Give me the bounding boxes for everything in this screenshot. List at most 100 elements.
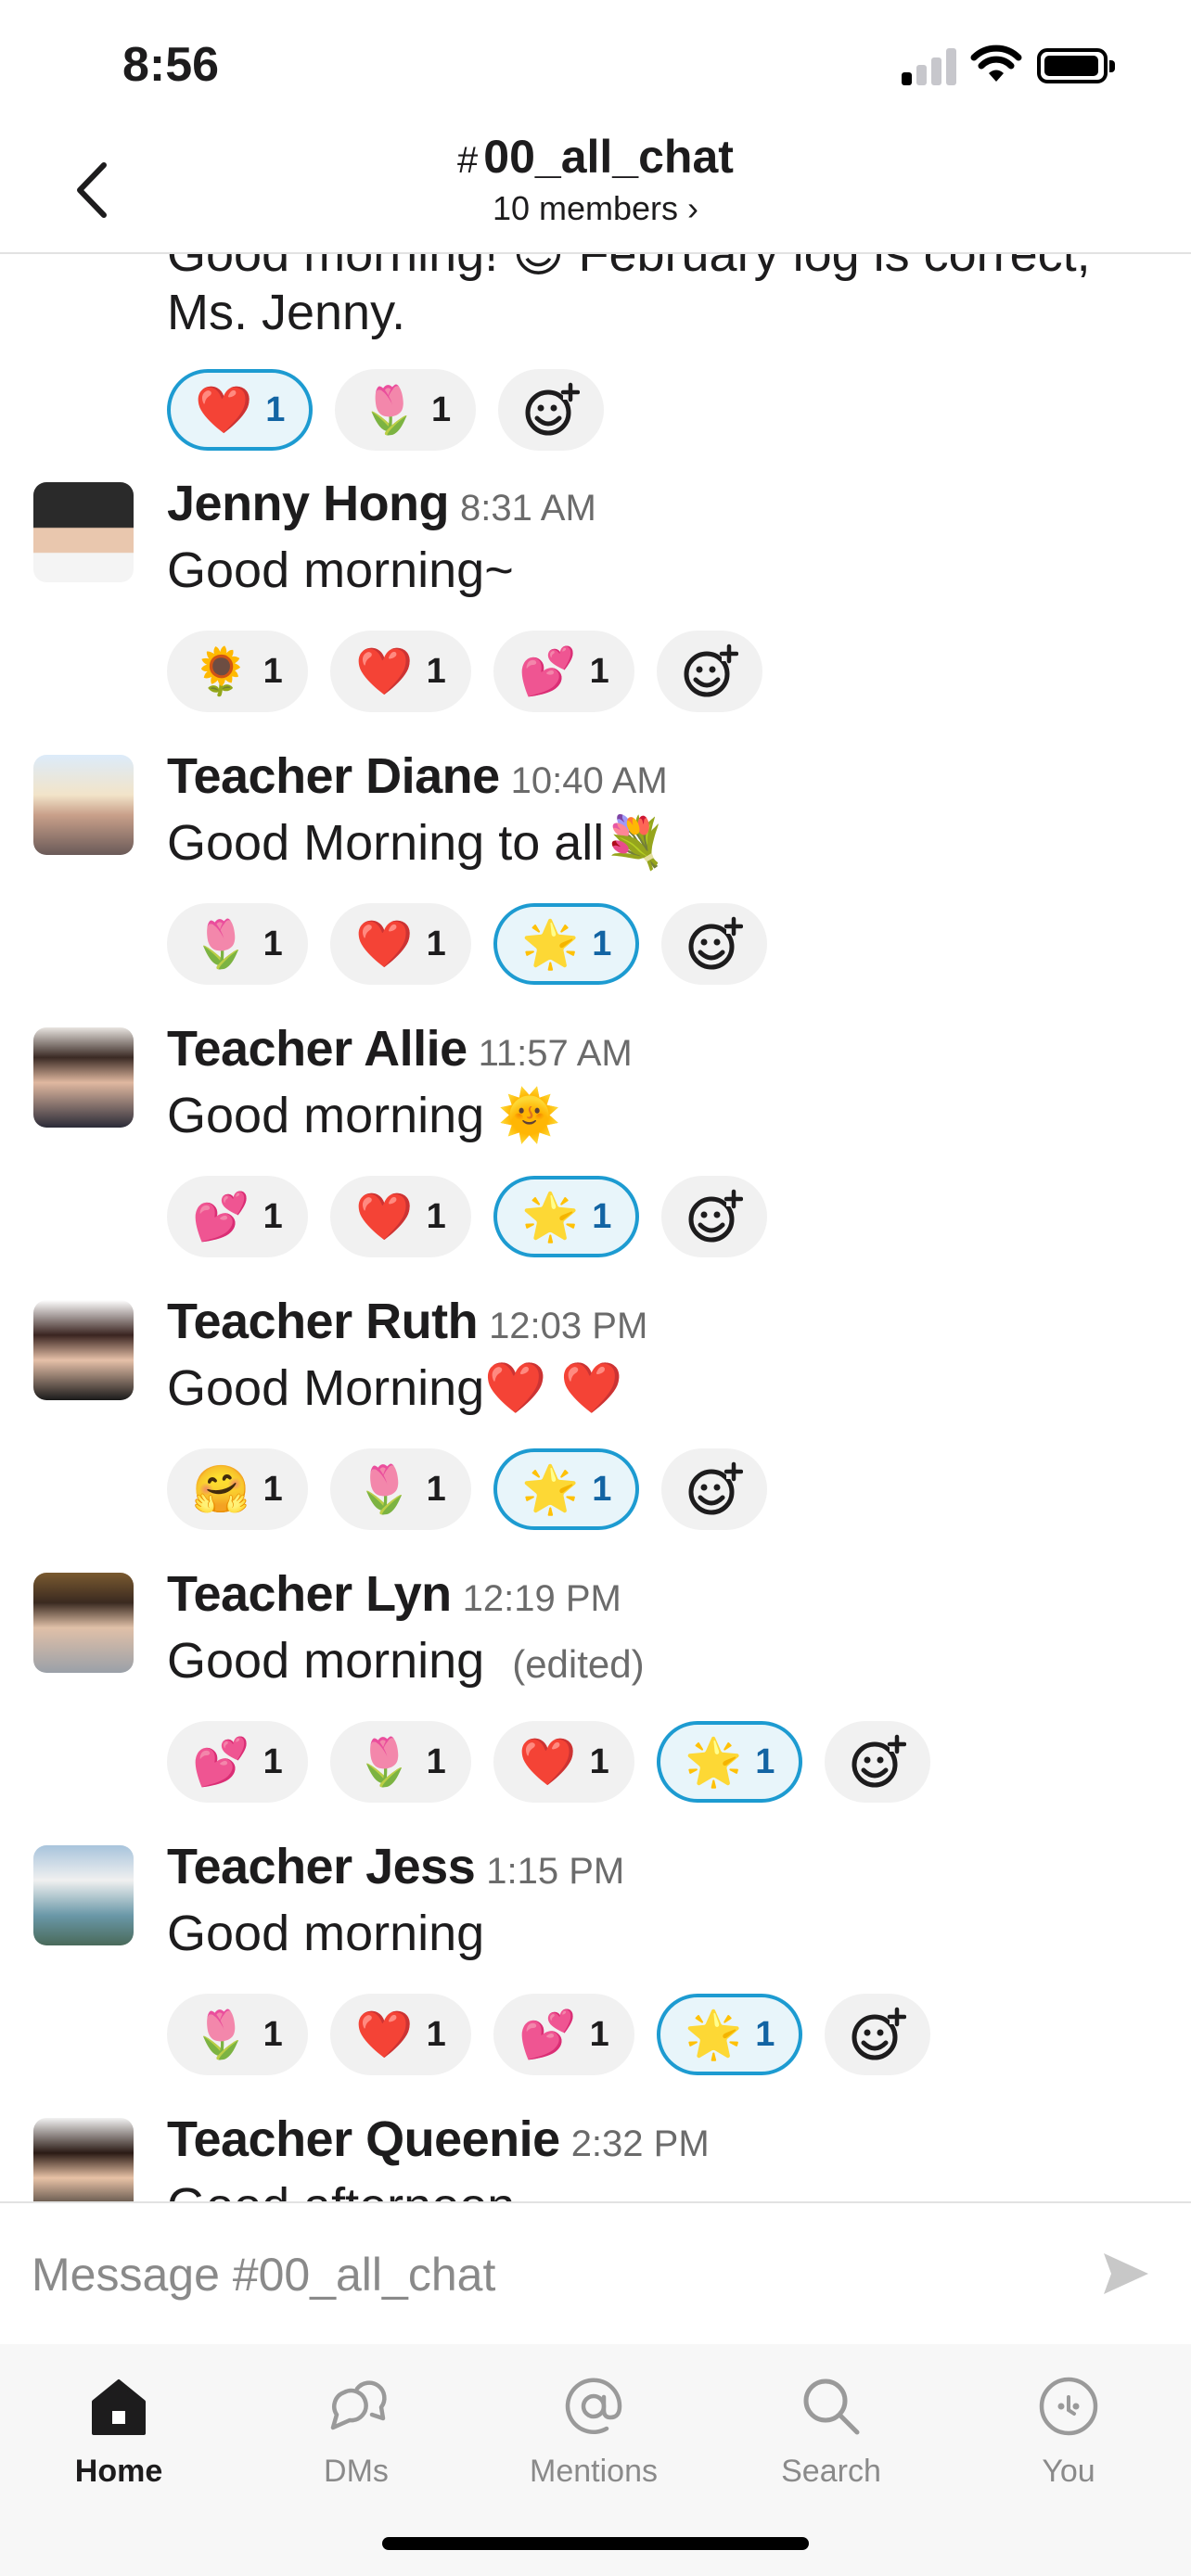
sender-name[interactable]: Jenny Hong bbox=[167, 476, 450, 531]
heart-emoji-icon: ❤️ bbox=[355, 645, 414, 697]
message-text-row: Good Morning❤️ ❤️ bbox=[167, 1359, 623, 1418]
reaction-count: 1 bbox=[263, 1741, 283, 1781]
reaction-pill[interactable]: 🌟 1 bbox=[493, 1448, 640, 1530]
reaction-pill[interactable]: 🌷 1 bbox=[330, 1448, 471, 1530]
add-reaction-button[interactable] bbox=[661, 1448, 768, 1530]
avatar[interactable] bbox=[33, 1027, 134, 1128]
glowing-star-emoji-icon: 🌟 bbox=[685, 2009, 743, 2060]
members-link[interactable]: 10 members › bbox=[0, 189, 1191, 228]
reaction-count: 1 bbox=[426, 924, 446, 963]
reaction-pill[interactable]: ❤️ 1 bbox=[330, 903, 471, 985]
reaction-count: 1 bbox=[263, 1196, 283, 1236]
reaction-pill[interactable]: 💕 1 bbox=[167, 1176, 308, 1257]
reaction-pill[interactable]: 💕 1 bbox=[167, 1721, 308, 1803]
reaction-pill[interactable]: 🌷 1 bbox=[335, 369, 477, 451]
tulip-emoji-icon: 🌷 bbox=[192, 918, 250, 970]
reaction-count: 1 bbox=[755, 2014, 775, 2054]
message-text: Good morning bbox=[167, 1906, 485, 1961]
sender-name[interactable]: Teacher Ruth bbox=[167, 1294, 479, 1349]
message-input[interactable]: Message #00_all_chat bbox=[32, 2248, 495, 2302]
message-timestamp: 11:57 AM bbox=[478, 1033, 633, 1074]
status-time: 8:56 bbox=[122, 38, 220, 92]
avatar[interactable] bbox=[33, 755, 134, 855]
channel-hash-icon: # bbox=[457, 140, 479, 181]
home-icon bbox=[92, 2379, 146, 2435]
reaction-count: 1 bbox=[263, 1469, 283, 1509]
heart-emoji-icon: ❤️ bbox=[519, 1736, 577, 1788]
add-reaction-icon bbox=[688, 916, 744, 970]
sender-name[interactable]: Teacher Diane bbox=[167, 748, 500, 804]
sender-row: Teacher Ruth 12:03 PM bbox=[167, 1293, 647, 1350]
add-reaction-icon bbox=[852, 2007, 907, 2060]
tab-label: DMs bbox=[324, 2454, 389, 2489]
reaction-pill[interactable]: 🌟 1 bbox=[657, 1994, 803, 2075]
avatar[interactable] bbox=[33, 1573, 134, 1673]
reaction-pill[interactable]: 🌷 1 bbox=[330, 1721, 471, 1803]
message-text: Good morning! 😊 February log is correct, bbox=[167, 252, 1091, 282]
avatar[interactable] bbox=[33, 1300, 134, 1400]
tab-search[interactable]: Search bbox=[738, 2365, 924, 2490]
hugging-emoji-icon: 🤗 bbox=[192, 1463, 250, 1515]
send-icon[interactable] bbox=[1100, 2248, 1152, 2300]
message-text-row: Good morning bbox=[167, 1905, 484, 1962]
tab-dms[interactable]: DMs bbox=[263, 2365, 449, 2490]
avatar[interactable] bbox=[33, 1845, 134, 1945]
tab-mentions[interactable]: Mentions bbox=[501, 2365, 686, 2490]
reaction-pill[interactable]: 🌻 1 bbox=[167, 631, 308, 712]
sender-name[interactable]: Teacher Queenie bbox=[167, 2111, 560, 2167]
sender-name[interactable]: Teacher Jess bbox=[167, 1839, 476, 1894]
reaction-pill[interactable]: ❤️ 1 bbox=[167, 369, 314, 451]
message-text-row: Good morning~ bbox=[167, 542, 514, 599]
add-reaction-button[interactable] bbox=[657, 631, 762, 712]
reaction-pill[interactable]: 🌷 1 bbox=[167, 903, 308, 985]
avatar[interactable] bbox=[33, 482, 134, 582]
add-reaction-button[interactable] bbox=[661, 903, 768, 985]
message-feed[interactable]: Good morning! 😊 February log is correct,… bbox=[0, 252, 1191, 2201]
reactions-row: 💕 1 ❤️ 1 🌟 1 bbox=[167, 1176, 768, 1257]
reaction-pill[interactable]: 🌟 1 bbox=[657, 1721, 803, 1803]
reaction-pill[interactable]: 🤗 1 bbox=[167, 1448, 308, 1530]
sender-name[interactable]: Teacher Lyn bbox=[167, 1566, 452, 1622]
reaction-pill[interactable]: 💕 1 bbox=[493, 1994, 634, 2075]
reactions-row: 🌻 1 ❤️ 1 💕 1 bbox=[167, 631, 762, 712]
reaction-pill[interactable]: 🌷 1 bbox=[167, 1994, 308, 2075]
add-reaction-button[interactable] bbox=[498, 369, 605, 451]
add-reaction-icon bbox=[688, 1189, 744, 1243]
tab-you[interactable]: You bbox=[976, 2365, 1161, 2490]
message-text: Good Morning to all💐 bbox=[167, 815, 667, 871]
reaction-pill[interactable]: ❤️ 1 bbox=[330, 631, 471, 712]
message-timestamp: 8:31 AM bbox=[460, 488, 596, 529]
reaction-count: 1 bbox=[592, 1469, 612, 1509]
message-composer[interactable]: Message #00_all_chat bbox=[0, 2201, 1191, 2346]
you-icon bbox=[1039, 2377, 1098, 2436]
add-reaction-icon bbox=[684, 644, 738, 697]
channel-name: 00_all_chat bbox=[483, 131, 734, 183]
reaction-pill[interactable]: ❤️ 1 bbox=[493, 1721, 634, 1803]
two-hearts-emoji-icon: 💕 bbox=[192, 1191, 250, 1243]
sender-row: Jenny Hong 8:31 AM bbox=[167, 475, 596, 532]
reactions-row: 🌷 1 ❤️ 1 💕 1 🌟 1 bbox=[167, 1994, 931, 2075]
reaction-pill[interactable]: 🌟 1 bbox=[493, 903, 640, 985]
message-text: Good morning 🌞 bbox=[167, 1088, 561, 1143]
add-reaction-button[interactable] bbox=[825, 1721, 931, 1803]
reaction-pill[interactable]: ❤️ 1 bbox=[330, 1176, 471, 1257]
heart-emoji-icon: ❤️ bbox=[195, 384, 253, 436]
reaction-count: 1 bbox=[592, 924, 612, 963]
add-reaction-button[interactable] bbox=[825, 1994, 931, 2075]
reaction-pill[interactable]: 💕 1 bbox=[493, 631, 634, 712]
add-reaction-button[interactable] bbox=[661, 1176, 768, 1257]
sender-name[interactable]: Teacher Allie bbox=[167, 1021, 467, 1077]
reaction-pill[interactable]: 🌟 1 bbox=[493, 1176, 640, 1257]
channel-title[interactable]: #00_all_chat bbox=[0, 130, 1191, 184]
reactions-row: ❤️ 1 🌷 1 bbox=[167, 369, 605, 451]
tab-home[interactable]: Home bbox=[26, 2365, 211, 2490]
reaction-count: 1 bbox=[592, 1196, 612, 1236]
reaction-count: 1 bbox=[426, 1741, 446, 1781]
reaction-pill[interactable]: ❤️ 1 bbox=[330, 1994, 471, 2075]
two-hearts-emoji-icon: 💕 bbox=[192, 1736, 250, 1788]
message-text: Good morning~ bbox=[167, 542, 514, 598]
status-bar: 8:56 bbox=[0, 0, 1191, 130]
reaction-count: 1 bbox=[589, 651, 609, 691]
sender-row: Teacher Lyn 12:19 PM bbox=[167, 1565, 621, 1623]
avatar[interactable] bbox=[33, 2118, 134, 2201]
